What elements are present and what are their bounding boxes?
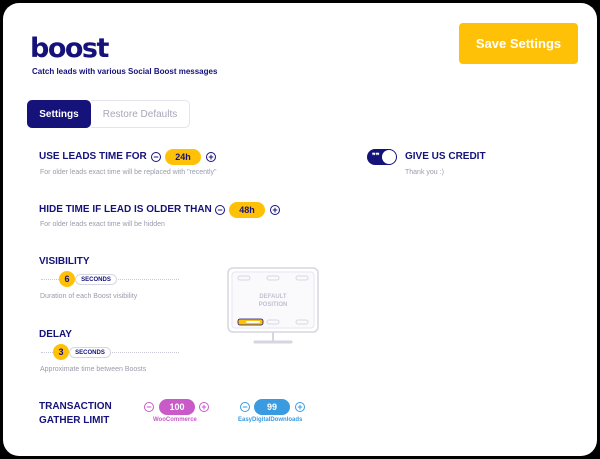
leads-time-value: 24h bbox=[165, 149, 201, 165]
plus-icon: + bbox=[297, 402, 303, 412]
plus-icon: + bbox=[208, 152, 214, 162]
credit-label: GIVE US CREDIT bbox=[405, 151, 486, 162]
woocommerce-value: 100 bbox=[159, 399, 195, 415]
minus-icon: − bbox=[153, 152, 159, 162]
leads-time-plus-button[interactable]: + bbox=[206, 152, 216, 162]
credit-help: Thank you :) bbox=[405, 169, 444, 176]
edd-label: EasyDigitalDownloads bbox=[238, 417, 303, 423]
boost-logo: boost bbox=[30, 33, 109, 64]
visibility-unit: SECONDS bbox=[75, 274, 117, 285]
tab-restore-defaults[interactable]: Restore Defaults bbox=[91, 100, 190, 128]
woocommerce-minus-button[interactable]: − bbox=[144, 402, 154, 412]
settings-panel: boost Catch leads with various Social Bo… bbox=[3, 3, 597, 456]
minus-icon: − bbox=[146, 402, 152, 412]
minus-icon: − bbox=[217, 205, 223, 215]
visibility-help: Duration of each Boost visibility bbox=[40, 293, 138, 300]
delay-label: DELAY bbox=[39, 329, 72, 340]
delay-unit: SECONDS bbox=[69, 347, 111, 358]
hide-time-value: 48h bbox=[229, 202, 265, 218]
quote-icon: ❞❞ bbox=[372, 153, 380, 160]
leads-time-minus-button[interactable]: − bbox=[151, 152, 161, 162]
delay-slider-handle[interactable]: 3 bbox=[53, 344, 69, 360]
save-settings-button[interactable]: Save Settings bbox=[459, 23, 578, 64]
woocommerce-plus-button[interactable]: + bbox=[199, 402, 209, 412]
tagline: Catch leads with various Social Boost me… bbox=[32, 67, 218, 76]
plus-icon: + bbox=[201, 402, 207, 412]
leads-time-help: For older leads exact time will be repla… bbox=[40, 169, 217, 176]
transaction-limit-label: TRANSACTION GATHER LIMIT bbox=[39, 401, 112, 426]
edd-minus-button[interactable]: − bbox=[240, 402, 250, 412]
credit-toggle[interactable]: ❞❞ bbox=[367, 149, 397, 165]
delay-help: Approximate time between Boosts bbox=[40, 366, 147, 373]
leads-time-label: USE LEADS TIME FOR bbox=[39, 151, 147, 162]
tab-settings[interactable]: Settings bbox=[27, 100, 91, 128]
hide-time-label: HIDE TIME IF LEAD IS OLDER THAN bbox=[39, 204, 212, 215]
visibility-label: VISIBILITY bbox=[39, 256, 90, 267]
hide-time-plus-button[interactable]: + bbox=[270, 205, 280, 215]
minus-icon: − bbox=[242, 402, 248, 412]
toggle-knob bbox=[382, 150, 396, 164]
plus-icon: + bbox=[272, 205, 278, 215]
hide-time-minus-button[interactable]: − bbox=[215, 205, 225, 215]
hide-time-help: For older leads exact time will be hidde… bbox=[40, 221, 165, 228]
woocommerce-label: WooCommerce bbox=[153, 417, 197, 423]
default-position-label: DEFAULT POSITION bbox=[258, 294, 288, 308]
edd-plus-button[interactable]: + bbox=[295, 402, 305, 412]
edd-value: 99 bbox=[254, 399, 290, 415]
visibility-slider-handle[interactable]: 6 bbox=[59, 271, 75, 287]
